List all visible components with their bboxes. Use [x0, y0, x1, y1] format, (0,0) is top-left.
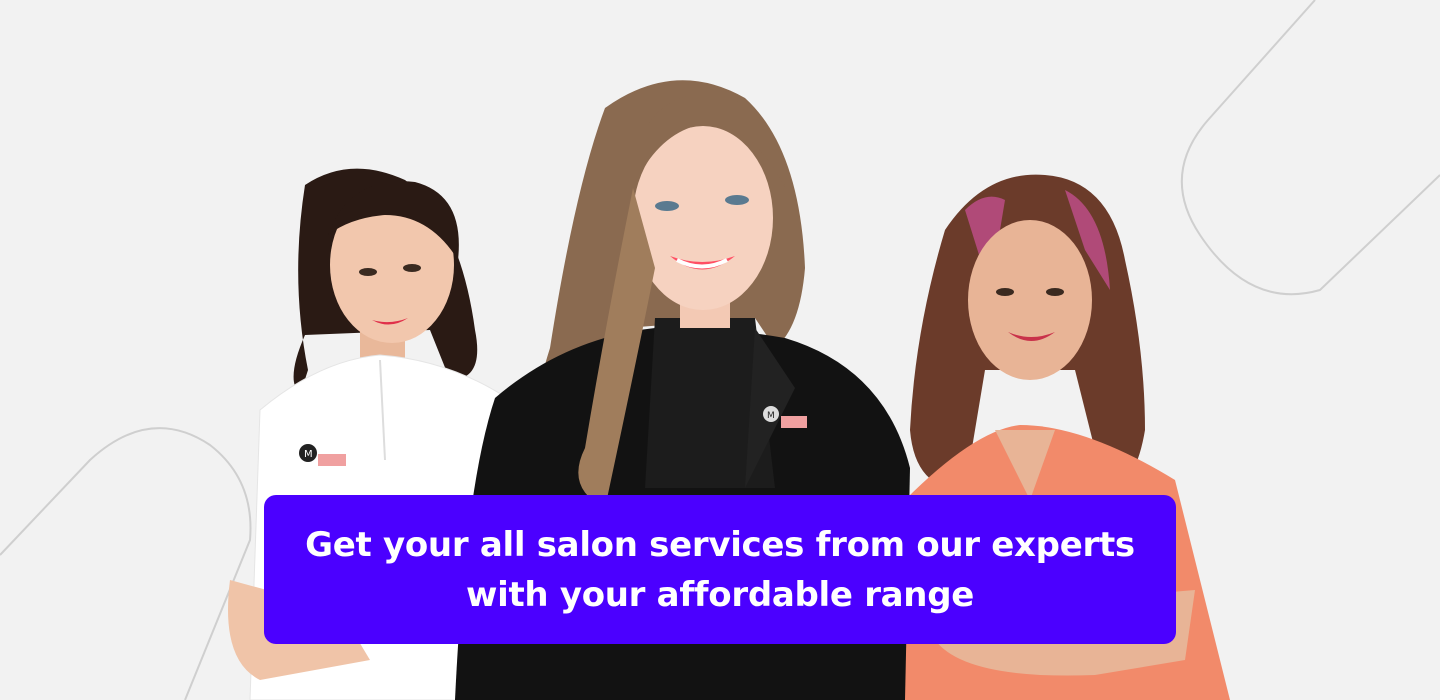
m-logo-badge-icon-center: M: [767, 411, 775, 421]
hero-banner: M M Get your all salon services from our…: [0, 0, 1440, 700]
promo-banner: Get your all salon services from our exp…: [264, 495, 1176, 644]
promo-banner-line-2: with your affordable range: [465, 574, 975, 615]
promo-banner-line-1: Get your all salon services from our exp…: [305, 524, 1135, 565]
m-logo-badge-icon: M: [304, 449, 313, 460]
